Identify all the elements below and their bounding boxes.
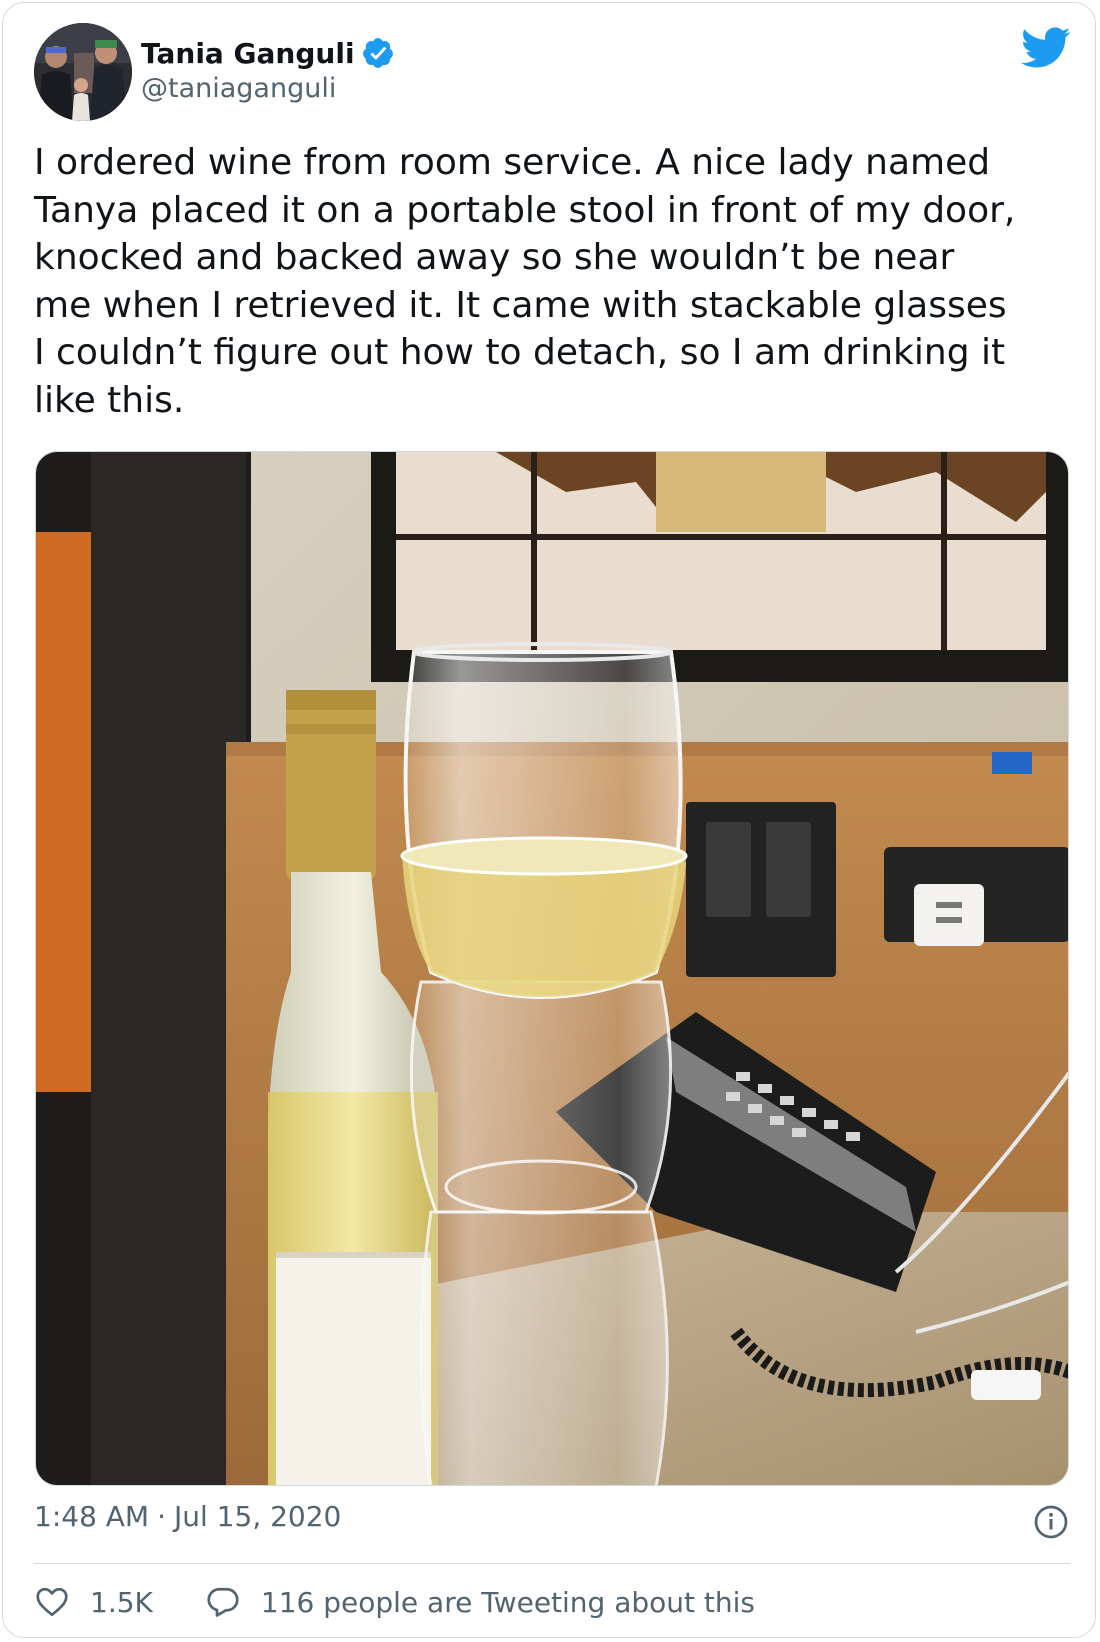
- tweet-date: Jul 15, 2020: [174, 1500, 342, 1533]
- like-button[interactable]: 1.5K: [34, 1584, 153, 1620]
- author-name-row: Tania Ganguli: [141, 33, 395, 73]
- timestamp-separator: ·: [157, 1500, 166, 1533]
- twitter-bird-icon[interactable]: [1021, 27, 1071, 69]
- tweet-text: I ordered wine from room service. A nice…: [34, 142, 1016, 421]
- wine-glasses-photo: [36, 452, 1068, 1485]
- conversation-count: 116 people are Tweeting about this: [260, 1585, 756, 1619]
- conversation-link[interactable]: 116 people are Tweeting about this: [205, 1584, 755, 1620]
- info-icon[interactable]: [1033, 1504, 1069, 1540]
- author-name[interactable]: Tania Ganguli: [141, 37, 355, 70]
- heart-icon: [36, 1587, 68, 1617]
- engagement-bar: 1.5K 116 people are Tweeting about this: [34, 1577, 807, 1627]
- tweet-photo[interactable]: [35, 451, 1069, 1486]
- tweet-card: Tania Ganguli @taniaganguli I ordered wi…: [2, 2, 1096, 1638]
- author-handle[interactable]: @taniaganguli: [141, 73, 336, 104]
- speech-bubble-icon: [207, 1587, 239, 1617]
- like-count: 1.5K: [90, 1585, 153, 1619]
- avatar-photo: [34, 23, 132, 121]
- actions-divider: [34, 1563, 1070, 1564]
- tweet-timestamp[interactable]: 1:48 AM · Jul 15, 2020: [34, 1500, 341, 1533]
- tweet-time: 1:48 AM: [34, 1500, 150, 1533]
- verified-badge-icon: [362, 38, 393, 68]
- author-avatar[interactable]: [34, 23, 132, 121]
